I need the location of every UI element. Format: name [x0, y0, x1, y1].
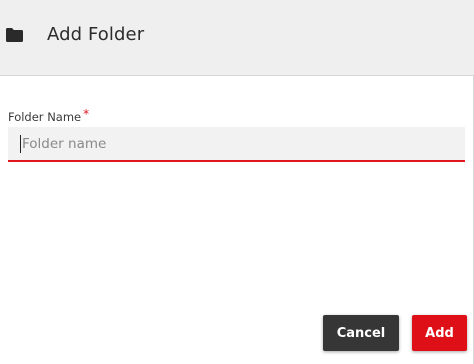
dialog-header: Add Folder	[0, 0, 474, 76]
add-button[interactable]: Add	[412, 315, 467, 351]
folder-name-label: Folder Name *	[8, 107, 90, 124]
folder-icon	[6, 27, 23, 42]
required-marker: *	[83, 107, 90, 121]
dialog-title: Add Folder	[47, 24, 145, 45]
add-folder-dialog: Add Folder Folder Name* Cancel Add	[0, 0, 474, 364]
cancel-button[interactable]: Cancel	[323, 315, 399, 351]
folder-name-label-text: Folder Name	[8, 110, 82, 124]
folder-name-input[interactable]	[8, 127, 465, 160]
text-cursor	[20, 135, 21, 153]
folder-name-field	[8, 127, 465, 162]
